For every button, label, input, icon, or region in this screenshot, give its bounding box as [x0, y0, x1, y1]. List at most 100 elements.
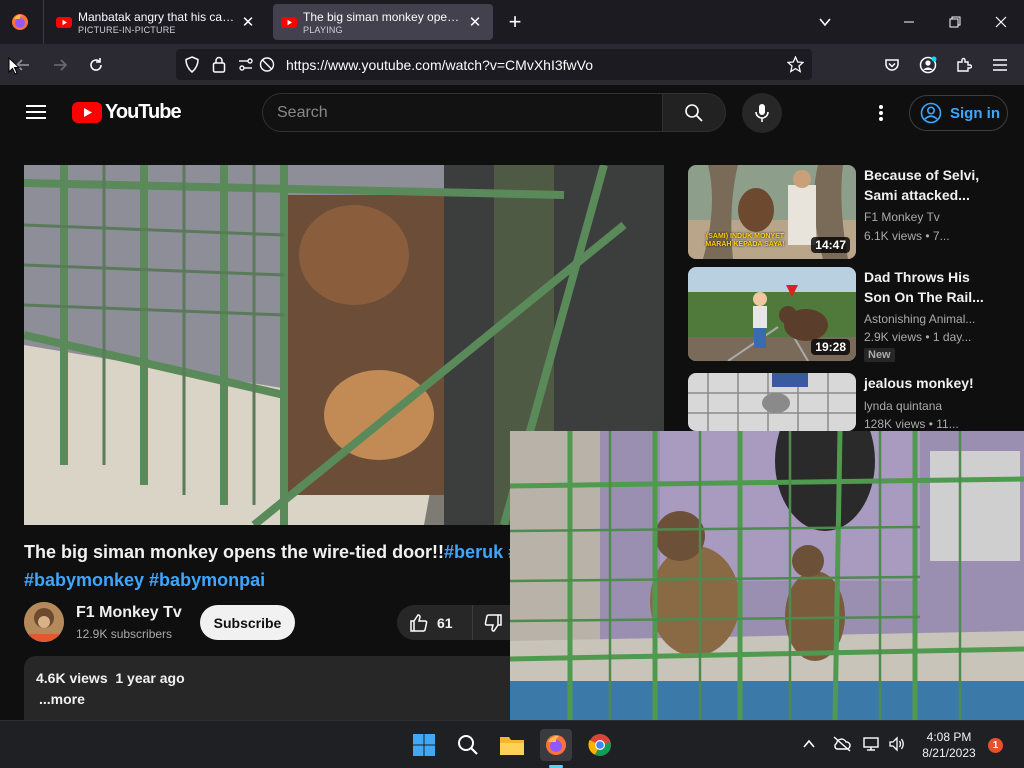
youtube-favicon-icon: [56, 17, 72, 28]
thumbs-up-icon: [410, 613, 428, 632]
minimize-window-icon[interactable]: [886, 0, 932, 44]
volume-icon[interactable]: [888, 736, 906, 752]
restore-window-icon[interactable]: [932, 0, 978, 44]
recommendation-channel[interactable]: F1 Monkey Tv: [864, 210, 940, 224]
close-tab-icon[interactable]: ✕: [238, 12, 258, 32]
clock-date: 8/21/2023: [922, 746, 976, 760]
recommendation-thumbnail[interactable]: (SAMI) INDUK MONYET MARAH KEPADA SAYA! 1…: [688, 165, 856, 259]
channel-name[interactable]: F1 Monkey Tv: [76, 604, 182, 622]
forward-button[interactable]: [45, 50, 75, 80]
recommendation-channel[interactable]: lynda quintana: [864, 399, 942, 413]
recommendation-title[interactable]: Because of Selvi, Sami attacked...: [864, 165, 1000, 205]
notification-badge[interactable]: 1: [988, 738, 1003, 753]
user-account-icon: [920, 102, 942, 124]
subscribe-button[interactable]: Subscribe: [200, 605, 295, 640]
recommendation-item[interactable]: 19:28 Dad Throws His Son On The Rail... …: [688, 267, 1008, 362]
chrome-taskbar-button[interactable]: [584, 729, 616, 761]
hamburger-menu-icon[interactable]: [985, 50, 1015, 80]
firefox-icon: [546, 735, 566, 755]
browser-tab-strip: Manbatak angry that his cage is PICTURE-…: [0, 0, 1024, 44]
search-icon: [685, 103, 703, 122]
subscriber-count: 12.9K subscribers: [76, 627, 173, 641]
search-icon: [458, 735, 478, 755]
new-badge: New: [864, 348, 895, 362]
guide-menu-icon[interactable]: [26, 104, 46, 120]
list-all-tabs-icon[interactable]: [802, 0, 848, 44]
recommendation-thumbnail[interactable]: 19:28: [688, 267, 856, 361]
system-clock[interactable]: 4:08 PM 8/21/2023: [916, 729, 982, 761]
file-explorer-button[interactable]: [496, 729, 528, 761]
account-icon[interactable]: [913, 50, 943, 80]
picture-in-picture-window[interactable]: [510, 431, 1024, 720]
sign-in-button[interactable]: Sign in: [909, 95, 1008, 131]
permissions-icon[interactable]: [238, 56, 276, 73]
tab-divider: [43, 0, 44, 44]
search-button[interactable]: [663, 93, 726, 132]
youtube-logo[interactable]: YouTube: [72, 101, 182, 124]
browser-navigation-bar: https://www.youtube.com/watch?v=CMvXhI3f…: [0, 44, 1024, 85]
channel-avatar[interactable]: [24, 602, 64, 642]
show-hidden-icons-chevron-icon[interactable]: [802, 738, 816, 750]
views-and-date: 4.6K views 1 year ago: [36, 670, 185, 686]
taskbar-search-button[interactable]: [452, 729, 484, 761]
windows-start-icon: [413, 734, 435, 756]
search-box[interactable]: [262, 93, 663, 132]
tab-title: The big siman monkey opens the: [303, 9, 465, 24]
lock-icon[interactable]: [212, 56, 226, 73]
recommendation-meta: 6.1K views • 7...: [864, 229, 950, 243]
recommendation-channel[interactable]: Astonishing Animal...: [864, 312, 975, 326]
start-button[interactable]: [408, 729, 440, 761]
recommendation-item[interactable]: (SAMI) INDUK MONYET MARAH KEPADA SAYA! 1…: [688, 165, 1008, 260]
folder-icon: [500, 737, 524, 755]
tab-current-video[interactable]: The big siman monkey opens the PLAYING ✕: [273, 4, 493, 40]
recommendation-meta: 128K views • 11...: [864, 417, 959, 431]
microphone-icon: [755, 104, 769, 122]
close-tab-icon[interactable]: ✕: [465, 12, 485, 32]
tab-status: PICTURE-IN-PICTURE: [78, 24, 176, 35]
firefox-taskbar-button[interactable]: [540, 729, 572, 761]
description-box[interactable]: 4.6K views 1 year ago ...more: [24, 656, 514, 720]
sign-in-label: Sign in: [950, 104, 1000, 122]
tab-title: Manbatak angry that his cage is: [78, 9, 238, 24]
pocket-icon[interactable]: [877, 50, 907, 80]
recommendation-meta: 2.9K views • 1 day...: [864, 330, 972, 344]
search-input[interactable]: [277, 102, 647, 124]
voice-search-button[interactable]: [742, 93, 782, 133]
youtube-logo-icon: [72, 101, 102, 123]
firefox-view-icon[interactable]: [8, 10, 32, 34]
show-more-link[interactable]: ...more: [39, 691, 85, 707]
pip-video-frame-monkeys: [510, 431, 1024, 720]
extensions-icon[interactable]: [949, 50, 979, 80]
settings-more-icon[interactable]: [872, 103, 890, 123]
youtube-logo-text: YouTube: [105, 101, 182, 123]
video-duration: 14:47: [811, 237, 850, 253]
network-icon[interactable]: [863, 736, 881, 752]
cloud-offline-icon[interactable]: [832, 736, 852, 752]
tracking-protection-shield-icon[interactable]: [184, 56, 200, 73]
bookmark-star-icon[interactable]: [787, 56, 804, 73]
tab-status: PLAYING: [303, 24, 343, 35]
like-count: 61: [437, 614, 453, 631]
dislike-button[interactable]: [472, 605, 512, 640]
new-tab-button[interactable]: +: [503, 10, 527, 34]
reload-button[interactable]: [81, 50, 111, 80]
recommendation-thumbnail[interactable]: [688, 373, 856, 431]
url-text[interactable]: https://www.youtube.com/watch?v=CMvXhI3f…: [286, 57, 593, 73]
close-window-icon[interactable]: [978, 0, 1024, 44]
video-title-text: The big siman monkey opens the wire-tied…: [24, 542, 445, 562]
video-title: The big siman monkey opens the wire-tied…: [24, 538, 514, 594]
clock-time: 4:08 PM: [926, 730, 972, 744]
chrome-icon: [588, 734, 611, 756]
thumbnail-caption: (SAMI) INDUK MONYET MARAH KEPADA SAYA!: [705, 233, 785, 248]
youtube-favicon-icon: [281, 17, 297, 28]
recommendation-title[interactable]: Dad Throws His Son On The Rail...: [864, 267, 1000, 307]
video-hashtags-line1[interactable]: #beruk #: [444, 542, 514, 562]
windows-taskbar: 4:08 PM 8/21/2023 1: [0, 720, 1024, 768]
video-hashtags-line2[interactable]: #babymonkey #babymonpai: [24, 570, 265, 590]
tab-pip-video[interactable]: Manbatak angry that his cage is PICTURE-…: [48, 4, 266, 40]
video-duration: 19:28: [811, 339, 850, 355]
url-bar[interactable]: https://www.youtube.com/watch?v=CMvXhI3f…: [176, 49, 812, 80]
recommendation-title[interactable]: jealous monkey!: [864, 373, 1000, 393]
mouse-cursor-icon: [8, 57, 20, 75]
thumbs-down-icon: [484, 613, 502, 632]
